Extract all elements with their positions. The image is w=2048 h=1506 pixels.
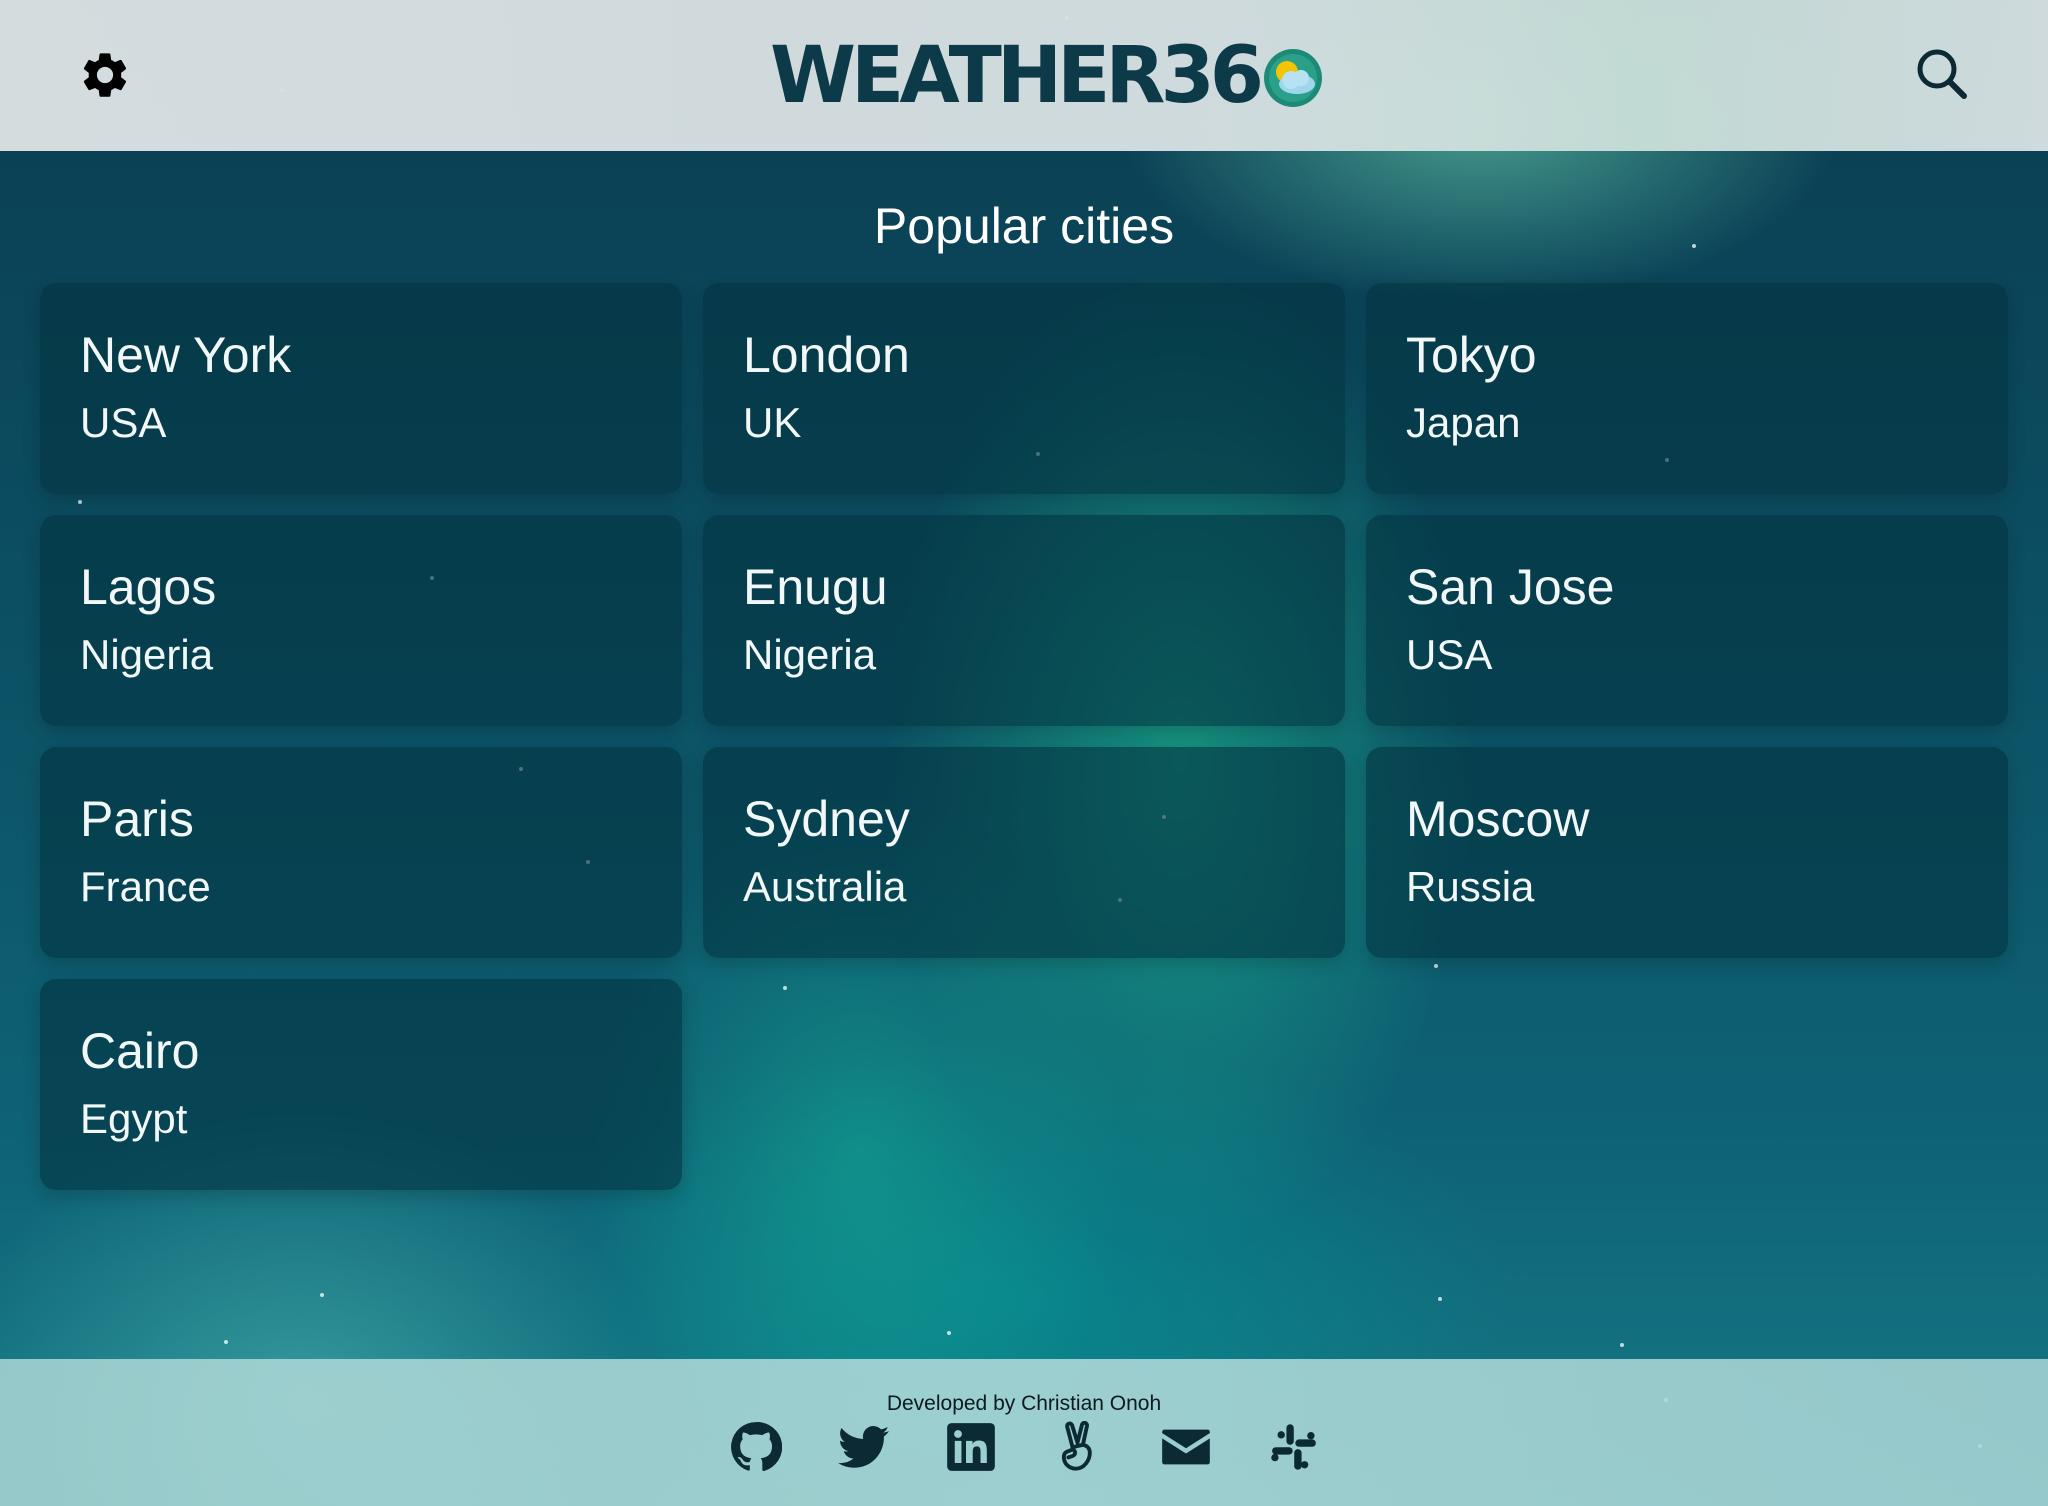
linkedin-link[interactable] xyxy=(945,1421,997,1473)
github-link[interactable] xyxy=(730,1421,783,1473)
settings-button[interactable] xyxy=(78,48,132,102)
developer-credit: Developed by Christian Onoh xyxy=(886,1392,1162,1415)
city-card[interactable]: Sydney Australia xyxy=(703,747,1345,958)
footer: Developed by Christian Onoh xyxy=(0,1359,2048,1506)
city-country: UK xyxy=(743,399,802,446)
city-country: Russia xyxy=(1406,863,1535,910)
city-name: San Jose xyxy=(1406,559,1615,615)
city-card[interactable]: New York USA xyxy=(40,283,682,494)
star xyxy=(1438,1297,1442,1301)
top-header: WEATHER36 xyxy=(0,0,2048,151)
city-card[interactable]: Cairo Egypt xyxy=(40,979,682,1190)
city-name: Tokyo xyxy=(1406,327,1537,383)
github-icon xyxy=(731,1422,783,1471)
slack-icon xyxy=(1271,1424,1316,1470)
city-card[interactable]: Lagos Nigeria xyxy=(40,515,682,726)
city-country: Japan xyxy=(1406,399,1521,446)
city-card[interactable]: San Jose USA xyxy=(1366,515,2008,726)
page-title: Popular cities xyxy=(873,198,1175,254)
city-name: Lagos xyxy=(80,559,217,615)
city-card[interactable]: Moscow Russia xyxy=(1366,747,2008,958)
city-card[interactable]: Paris France xyxy=(40,747,682,958)
star xyxy=(224,1340,228,1344)
twitter-link[interactable] xyxy=(837,1421,890,1473)
city-name: Paris xyxy=(80,791,194,847)
city-name: Sydney xyxy=(743,791,910,847)
weather-logo-icon xyxy=(1264,49,1323,107)
city-grid: New York USA London UK Tokyo Japan Lagos… xyxy=(40,283,2008,1190)
slack-link[interactable] xyxy=(1268,1421,1320,1473)
city-name: London xyxy=(743,327,910,383)
city-card[interactable]: Enugu Nigeria xyxy=(703,515,1345,726)
peace-link[interactable] xyxy=(1053,1420,1105,1473)
city-country: USA xyxy=(1406,631,1493,678)
linkedin-icon xyxy=(947,1423,996,1471)
star xyxy=(947,1331,951,1335)
city-name: Enugu xyxy=(743,559,888,615)
city-country: Nigeria xyxy=(743,631,877,678)
search-button[interactable] xyxy=(1914,46,1970,102)
city-country: Australia xyxy=(743,863,907,910)
email-icon xyxy=(1162,1429,1211,1465)
star xyxy=(1620,1343,1624,1347)
city-card[interactable]: London UK xyxy=(703,283,1345,494)
city-country: Nigeria xyxy=(80,631,214,678)
app-logo[interactable]: WEATHER36 xyxy=(770,36,1323,116)
social-links xyxy=(730,1419,1320,1475)
logo-text: WEATHER36 xyxy=(770,31,1264,121)
search-icon xyxy=(1917,49,1967,99)
city-name: Moscow xyxy=(1406,791,1590,847)
city-name: New York xyxy=(80,327,292,383)
city-card[interactable]: Tokyo Japan xyxy=(1366,283,2008,494)
gear-icon xyxy=(83,53,127,97)
peace-icon xyxy=(1061,1420,1092,1471)
city-country: Egypt xyxy=(80,1095,188,1142)
twitter-icon xyxy=(837,1426,889,1468)
city-country: France xyxy=(80,863,211,910)
city-country: USA xyxy=(80,399,167,446)
city-name: Cairo xyxy=(80,1023,200,1079)
star xyxy=(320,1293,324,1297)
email-link[interactable] xyxy=(1160,1421,1212,1473)
